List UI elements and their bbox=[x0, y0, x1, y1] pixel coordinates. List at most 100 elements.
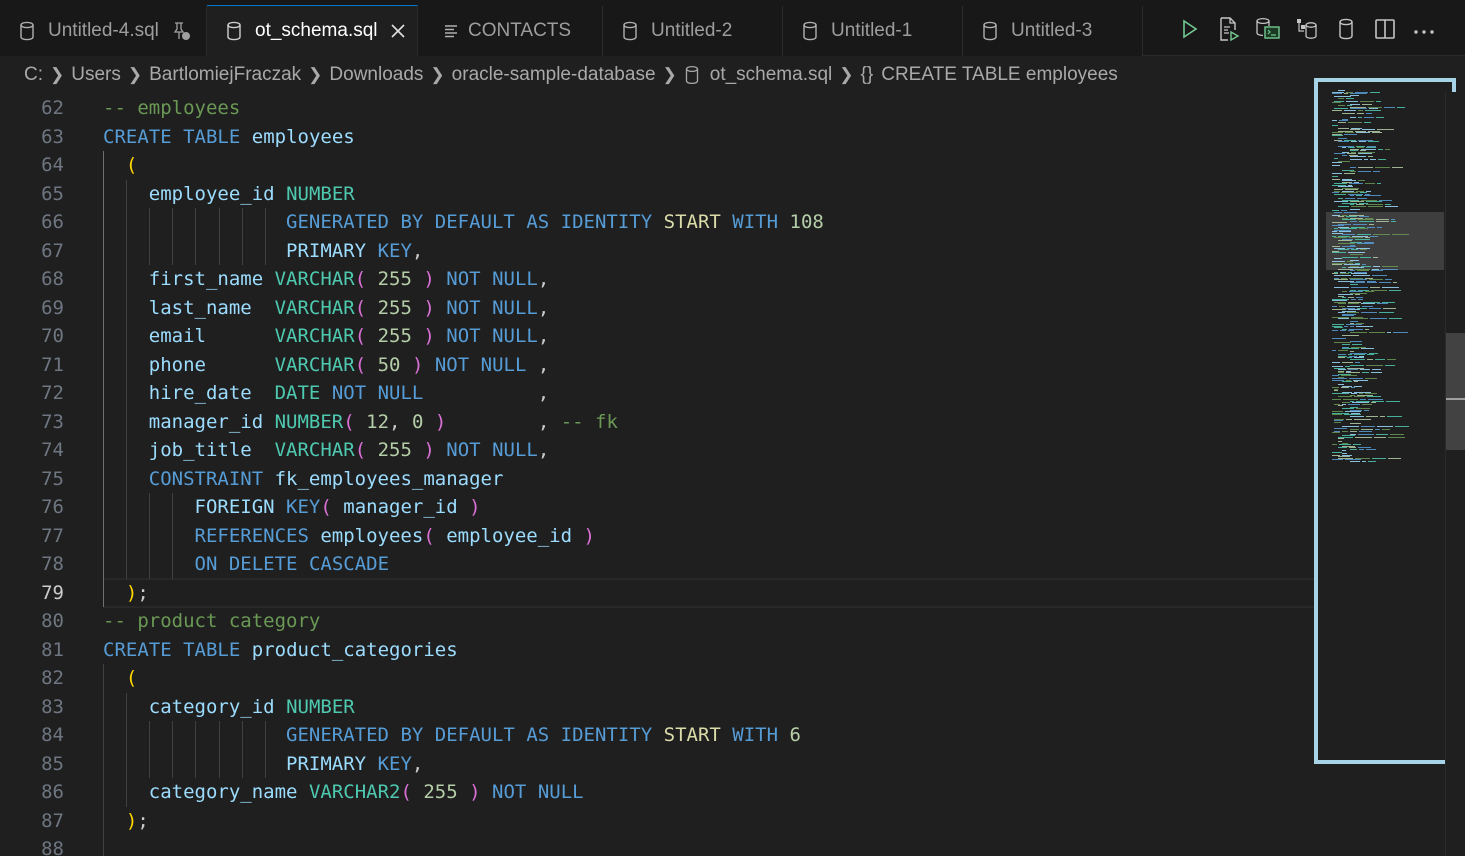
minimap-line bbox=[1332, 162, 1342, 163]
breadcrumb-file[interactable]: ot_schema.sql bbox=[710, 64, 833, 86]
split-editor-button[interactable] bbox=[1365, 16, 1404, 46]
line-number: 87 bbox=[41, 809, 64, 832]
chevron-right-icon: ❯ bbox=[839, 65, 854, 84]
tab-label: ot_schema.sql bbox=[255, 20, 378, 41]
code-line[interactable]: 71 phone VARCHAR( 50 ) NOT NULL , bbox=[0, 351, 1325, 380]
line-number: 75 bbox=[41, 467, 64, 490]
code-line[interactable]: 88 bbox=[0, 835, 1325, 856]
code-line[interactable]: 84 GENERATED BY DEFAULT AS IDENTITY STAR… bbox=[0, 721, 1325, 750]
minimap-line bbox=[1359, 141, 1366, 142]
code-line[interactable]: 70 email VARCHAR( 255 ) NOT NULL, bbox=[0, 322, 1325, 351]
minimap-line bbox=[1368, 141, 1379, 142]
code-line[interactable]: 78 ON DELETE CASCADE bbox=[0, 550, 1325, 579]
close-icon[interactable] bbox=[390, 23, 406, 39]
code-line[interactable]: 69 last_name VARCHAR( 255 ) NOT NULL, bbox=[0, 294, 1325, 323]
run-current-statement-button[interactable] bbox=[1209, 16, 1248, 46]
code-line[interactable]: 81 CREATE TABLE product_categories bbox=[0, 636, 1325, 665]
minimap-line bbox=[1344, 325, 1348, 327]
more-actions-button[interactable] bbox=[1404, 16, 1443, 46]
tab-contacts[interactable]: CONTACTS bbox=[418, 6, 603, 56]
keyword-token: BY bbox=[400, 724, 424, 746]
tab-untitled-4[interactable]: Untitled-4.sql bbox=[0, 6, 207, 56]
identifier-token: employee_id bbox=[446, 524, 573, 547]
minimap-line bbox=[1366, 112, 1372, 114]
scrollbar-thumb[interactable] bbox=[1446, 333, 1465, 450]
code-line[interactable]: 68 first_name VARCHAR( 255 ) NOT NULL, bbox=[0, 265, 1325, 294]
type-token: VARCHAR bbox=[274, 439, 355, 461]
keyword-token: NULL bbox=[492, 296, 538, 319]
open-terminal-button[interactable] bbox=[1248, 16, 1287, 46]
pin-dirty-icon[interactable] bbox=[171, 20, 193, 42]
tab-untitled-2[interactable]: Untitled-2 bbox=[603, 6, 783, 56]
minimap-line bbox=[1359, 448, 1364, 450]
code-line[interactable]: 87 ); bbox=[0, 807, 1325, 836]
minimap-line bbox=[1360, 369, 1370, 370]
bracket-token: ) bbox=[434, 410, 447, 433]
tab-ot-schema[interactable]: ot_schema.sql bbox=[207, 5, 418, 56]
vertical-scrollbar[interactable] bbox=[1445, 92, 1465, 856]
code-line[interactable]: 74 job_title VARCHAR( 255 ) NOT NULL, bbox=[0, 436, 1325, 465]
tab-untitled-3[interactable]: Untitled-3 bbox=[963, 6, 1143, 56]
code-line[interactable]: 82 ( bbox=[0, 664, 1325, 693]
code-line[interactable]: 65 employee_id NUMBER bbox=[0, 180, 1325, 209]
breadcrumb-users[interactable]: Users bbox=[71, 64, 121, 86]
code-line[interactable]: 77 REFERENCES employees( employee_id ) bbox=[0, 522, 1325, 551]
code-line[interactable]: 80 -- product category bbox=[0, 607, 1325, 636]
minimap-line bbox=[1388, 436, 1405, 438]
minimap-line bbox=[1358, 166, 1373, 168]
minimap-line bbox=[1350, 423, 1361, 424]
minimap-line bbox=[1373, 256, 1378, 258]
run-query-button[interactable] bbox=[1170, 16, 1209, 46]
database-icon bbox=[18, 21, 36, 41]
line-number: 88 bbox=[41, 838, 64, 856]
minimap-line bbox=[1332, 444, 1337, 445]
code-text: ); bbox=[103, 579, 149, 608]
minimap-line bbox=[1362, 460, 1366, 462]
code-line[interactable]: 73 manager_id NUMBER( 12, 0 ) , -- fk bbox=[0, 408, 1325, 437]
keyword-token: CONSTRAINT bbox=[148, 467, 264, 490]
breadcrumb-downloads[interactable]: Downloads bbox=[329, 64, 423, 86]
breadcrumb-project-folder[interactable]: oracle-sample-database bbox=[452, 64, 656, 86]
minimap-line bbox=[1382, 265, 1398, 267]
minimap-line bbox=[1332, 124, 1338, 126]
play-icon bbox=[1181, 19, 1199, 44]
code-line[interactable]: 63 CREATE TABLE employees bbox=[0, 123, 1325, 152]
code-line[interactable]: 85 PRIMARY KEY, bbox=[0, 750, 1325, 779]
breadcrumb-user-folder[interactable]: BartlomiejFraczak bbox=[149, 64, 301, 86]
line-number: 80 bbox=[41, 610, 64, 632]
connect-database-button[interactable] bbox=[1326, 16, 1365, 46]
minimap-line bbox=[1356, 325, 1373, 327]
breadcrumb-symbol[interactable]: CREATE TABLE employees bbox=[881, 64, 1118, 86]
code-line[interactable]: 79 ); bbox=[0, 577, 1325, 608]
number-token: 6 bbox=[789, 724, 801, 746]
code-line[interactable]: 62 -- employees bbox=[0, 94, 1325, 123]
minimap-line bbox=[1358, 153, 1372, 154]
code-line[interactable]: 67 PRIMARY KEY, bbox=[0, 237, 1325, 266]
punctuation-token: , bbox=[537, 382, 550, 404]
minimap-line bbox=[1350, 364, 1364, 366]
minimap-line bbox=[1387, 358, 1396, 360]
bracket-token: ) bbox=[423, 268, 435, 290]
punctuation-token: , bbox=[537, 296, 550, 319]
minimap-line bbox=[1334, 157, 1338, 159]
code-line[interactable]: 86 category_name VARCHAR2( 255 ) NOT NUL… bbox=[0, 778, 1325, 807]
minimap-line bbox=[1350, 448, 1357, 450]
code-editor[interactable]: 62 -- employees 63 CREATE TABLE employees 64… bbox=[0, 92, 1445, 856]
minimap-line bbox=[1367, 358, 1373, 360]
code-line[interactable]: 83 category_id NUMBER bbox=[0, 693, 1325, 722]
identifier-token: email bbox=[148, 325, 206, 347]
minimap[interactable] bbox=[1314, 78, 1456, 764]
code-line[interactable]: 76 FOREIGN KEY( manager_id ) bbox=[0, 493, 1325, 522]
bracket-token: ) bbox=[469, 781, 481, 803]
minimap-line bbox=[1361, 348, 1374, 349]
code-line[interactable]: 72 hire_date DATE NOT NULL , bbox=[0, 379, 1325, 408]
code-line[interactable]: 64 ( bbox=[0, 151, 1325, 180]
breadcrumb-drive[interactable]: C: bbox=[24, 64, 43, 86]
explain-plan-button[interactable] bbox=[1287, 16, 1326, 46]
tab-untitled-1[interactable]: Untitled-1 bbox=[783, 6, 963, 56]
code-line[interactable]: 66 GENERATED BY DEFAULT AS IDENTITY STAR… bbox=[0, 208, 1325, 237]
minimap-line bbox=[1332, 399, 1341, 400]
list-icon bbox=[444, 21, 458, 41]
code-line[interactable]: 75 CONSTRAINT fk_employees_manager bbox=[0, 465, 1325, 494]
minimap-line bbox=[1359, 228, 1368, 229]
